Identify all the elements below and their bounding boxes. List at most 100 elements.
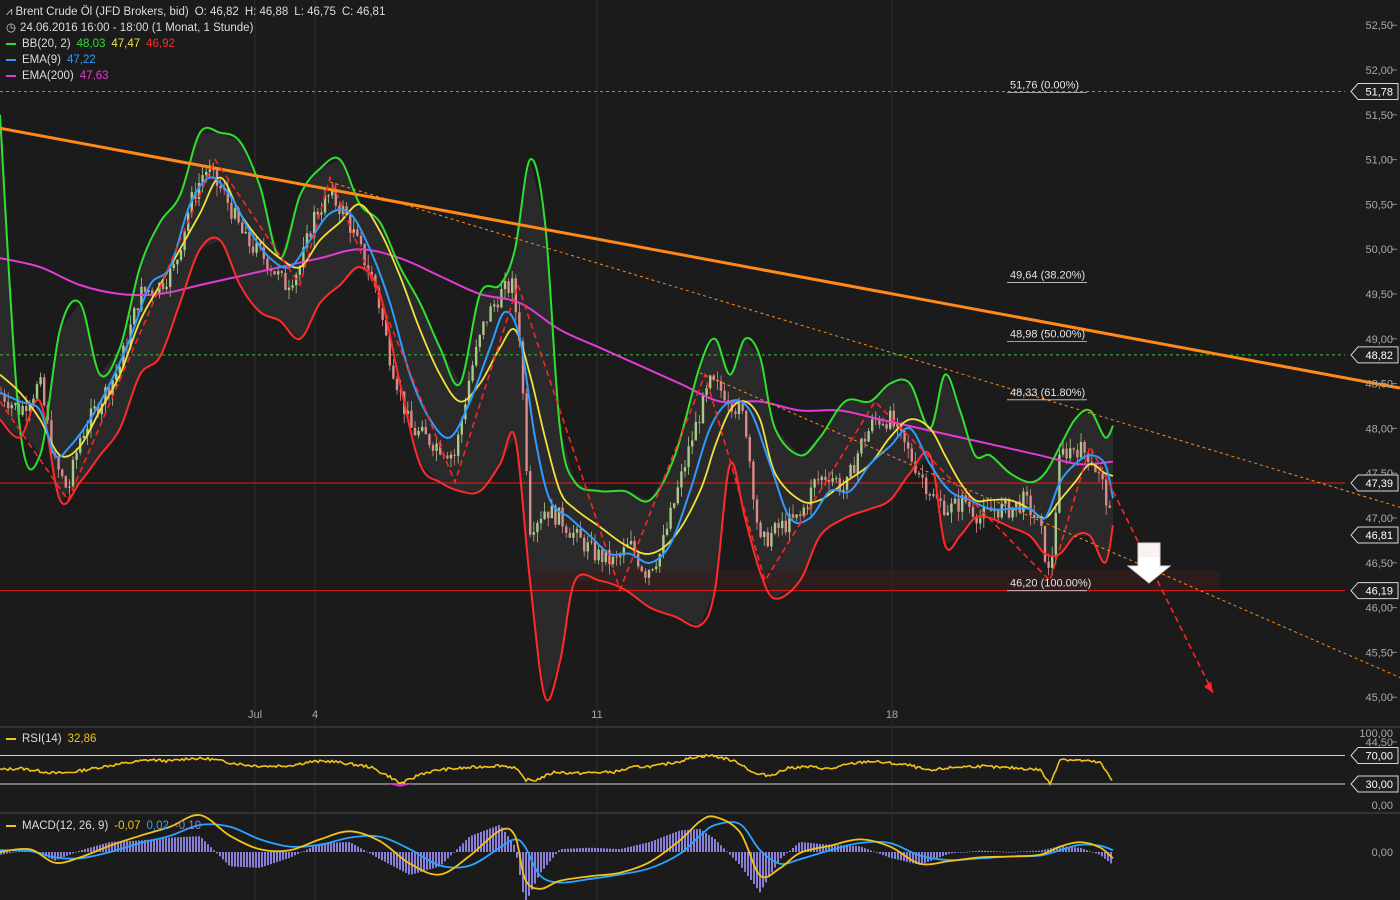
macd-hist-bar [1020, 851, 1022, 853]
legend-ema200[interactable]: EMA(200) 47,63 [6, 69, 115, 83]
chart-type-icon: ⩘ [6, 6, 13, 18]
time-label: 4 [312, 709, 318, 721]
macd-hist-bar [615, 848, 617, 852]
macd-hist-bar [543, 852, 545, 869]
macd-hist-bar [774, 852, 776, 868]
macd-hist-bar [237, 852, 239, 867]
candle-body [655, 566, 658, 570]
macd-hist-bar [402, 852, 404, 872]
price-tag-label: 46,81 [1365, 530, 1393, 542]
macd-hist-bar [165, 837, 167, 852]
macd-hist-bar [618, 849, 620, 852]
macd-hist-bar [501, 827, 503, 852]
macd-hist-bar [636, 845, 638, 852]
macd-hist-bar [348, 841, 350, 852]
macd-hist-bar [975, 850, 977, 852]
candle-body [151, 290, 154, 294]
macd-hist-bar [999, 851, 1001, 853]
candle-body [590, 541, 593, 543]
bb-lower-value: 46,92 [146, 38, 175, 50]
price-tick-label: 50,00 [1365, 244, 1393, 256]
macd-hist-bar [609, 848, 611, 852]
macd-hist-bar [888, 852, 890, 858]
candle-body [1065, 448, 1068, 459]
legend-rsi[interactable]: RSI(14) 32,86 [6, 732, 102, 746]
macd-hist-bar [303, 851, 305, 852]
macd-hist-bar [75, 852, 77, 853]
ema9-swatch-icon [6, 58, 16, 61]
price-tick-label: 52,50 [1365, 20, 1393, 32]
macd-hist-bar [891, 852, 893, 859]
candle-body [932, 494, 935, 496]
macd-swatch-icon [6, 824, 16, 827]
candle-body [424, 426, 427, 435]
candle-body [629, 541, 633, 545]
candle-body [64, 476, 67, 488]
legend-bb[interactable]: BB(20, 2) 48,03 47,47 46,92 [6, 37, 181, 51]
macd-hist-bar [381, 852, 383, 861]
candle-body [1025, 491, 1029, 496]
macd-hist-bar [291, 852, 293, 857]
price-tick-label: 50,50 [1365, 199, 1393, 211]
macd-hist-bar [1023, 851, 1025, 852]
candle-body [75, 452, 78, 460]
header-title-row: ⩘ Brent Crude Öl (JFD Brokers, bid) O: 46,… [6, 5, 391, 19]
candle-body [1083, 441, 1086, 453]
candle-body [179, 250, 183, 260]
macd-hist-bar [363, 849, 365, 852]
price-tick-label: 52,00 [1365, 65, 1393, 77]
rsi-label: RSI(14) [22, 733, 62, 745]
candle-body [1076, 449, 1079, 458]
candle-body [784, 520, 787, 533]
candle-body [763, 531, 766, 537]
candle-body [845, 476, 849, 490]
macd-hist-bar [441, 852, 443, 865]
macd-hist-bar [255, 852, 257, 868]
macd-hist-bar [585, 847, 587, 852]
fib-label-0: 51,76 (0.00%) [1010, 80, 1079, 92]
macd-hist-bar [90, 847, 92, 852]
macd-hist-bar [882, 852, 884, 856]
ohlc-high: H: 46,88 [244, 6, 289, 18]
candle-body [647, 570, 651, 578]
macd-hist-bar [990, 851, 992, 852]
macd-hist-bar [513, 844, 515, 852]
candle-body [507, 281, 510, 293]
macd-hist-bar [525, 852, 527, 900]
macd-hist-bar [1089, 851, 1091, 852]
macd-hist-bar [612, 848, 614, 852]
macd-hist-bar [885, 852, 887, 857]
macd-hist-bar [12, 852, 14, 853]
header-period-row: ◷ 24.06.2016 16:00 - 18:00 (1 Monat, 1 St… [6, 21, 259, 35]
macd-hist-bar [948, 852, 950, 854]
legend-ema9[interactable]: EMA(9) 47,22 [6, 53, 102, 67]
macd-hist-bar [474, 834, 476, 852]
candle-body [849, 465, 852, 477]
legend-macd[interactable]: MACD(12, 26, 9) -0,07 0,02 -0,10 [6, 819, 207, 833]
candle-body [950, 503, 953, 513]
macd-hist-bar [645, 842, 647, 852]
candle-body [575, 528, 579, 533]
macd-hist-bar [714, 839, 716, 852]
macd-hist-bar [336, 842, 338, 852]
macd-hist-bar [201, 838, 203, 852]
rsi-tick-100: 100,00 [1359, 728, 1393, 740]
macd-hist-bar [330, 842, 332, 852]
macd-hist-bar [333, 842, 335, 852]
macd-hist-bar [270, 852, 272, 865]
macd-hist-bar [216, 852, 218, 854]
macd-hist-bar [789, 850, 791, 852]
macd-hist-bar [777, 852, 779, 863]
macd-hist-bar [309, 848, 311, 852]
candle-body [485, 321, 489, 323]
macd-hist-bar [510, 840, 512, 852]
price-tick-label: 49,00 [1365, 334, 1393, 346]
candle-body [205, 171, 208, 176]
macd-hist-bar [159, 838, 161, 852]
macd-hist-bar [312, 846, 314, 852]
macd-hist-bar [174, 837, 176, 852]
macd-hist-bar [744, 852, 746, 872]
macd-hist-bar [432, 852, 434, 869]
candle-body [791, 514, 795, 518]
price-tick-label: 46,50 [1365, 558, 1393, 570]
